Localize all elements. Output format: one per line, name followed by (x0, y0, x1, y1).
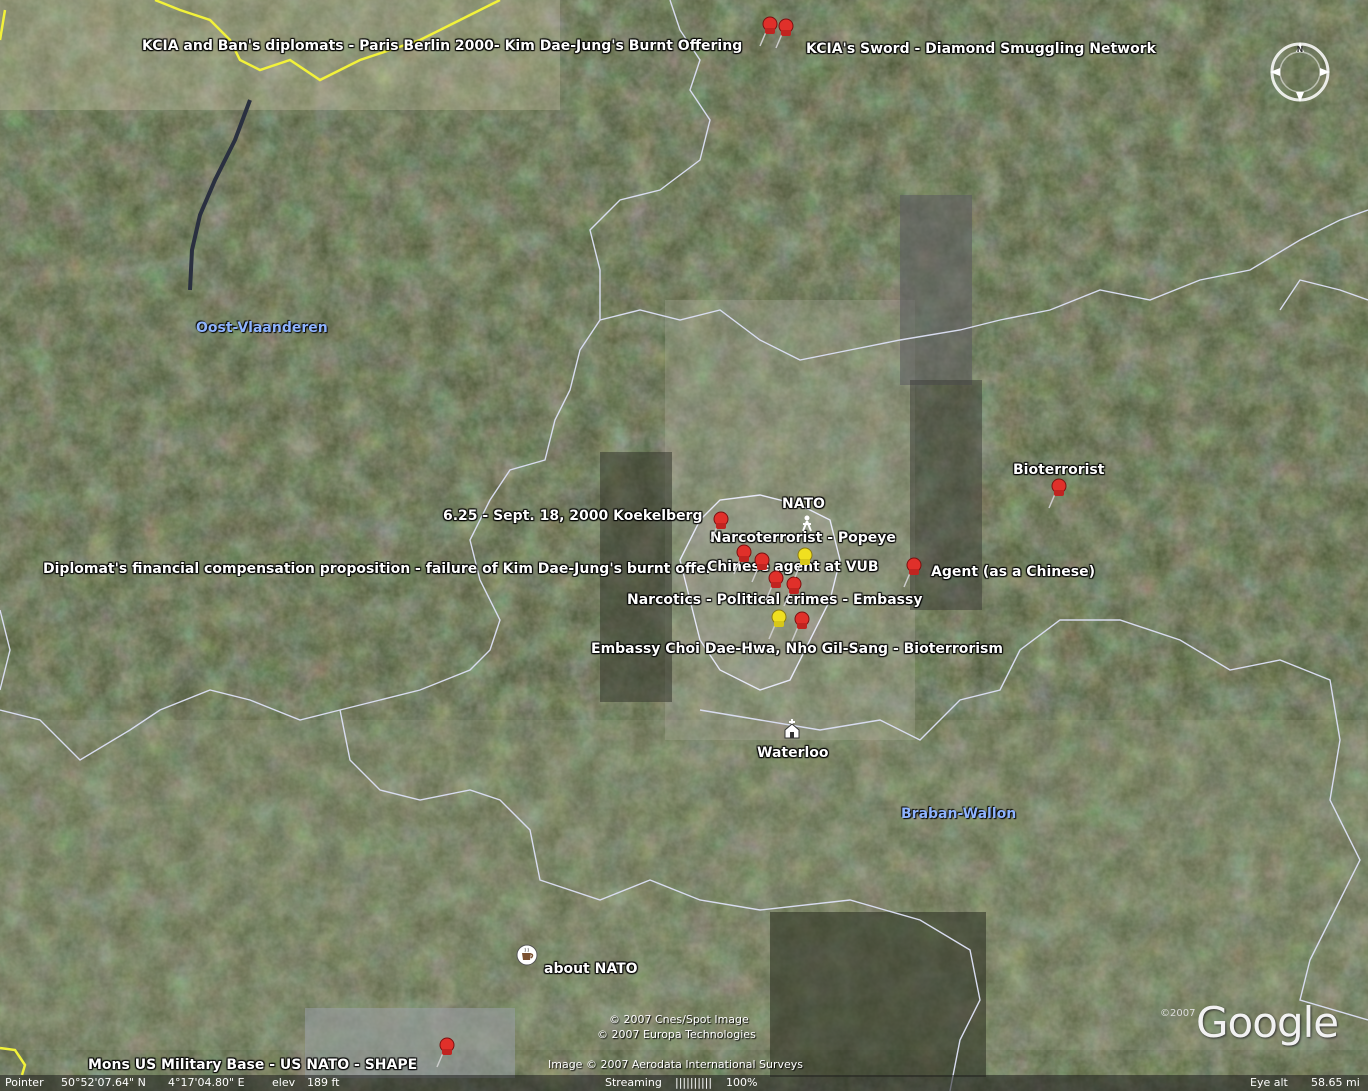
credit-aerodata: Image © 2007 Aerodata International Surv… (548, 1058, 804, 1071)
streaming-progress: |||||||||| (675, 1076, 713, 1089)
pointer-latitude: 50°52'07.64" N (61, 1076, 146, 1089)
cafe-cup-icon[interactable] (516, 944, 538, 966)
eye-alt-value: 58.65 mi (1311, 1076, 1360, 1089)
compass-navigation-control[interactable]: N (1268, 40, 1332, 104)
placemark-label-agent-chinese[interactable]: Agent (as a Chinese) (931, 564, 1095, 580)
pushpin-red-icon[interactable] (900, 553, 930, 589)
pushpin-red-icon[interactable] (433, 1033, 463, 1069)
placemark-label-mons[interactable]: Mons US Military Base - US NATO - SHAPE (88, 1057, 417, 1073)
elevation-value: 189 ft (307, 1076, 340, 1089)
credit-cnes: © 2007 Cnes/Spot Image (609, 1013, 749, 1026)
compass-north-label: N (1297, 45, 1304, 54)
eye-alt-label: Eye alt (1250, 1076, 1288, 1089)
region-label-brabant-wallon: Braban-Wallon (901, 806, 1017, 822)
placemark-label-koekelberg[interactable]: 6.25 - Sept. 18, 2000 Koekelberg (443, 508, 703, 524)
placemark-label-kcia-ban[interactable]: KCIA and Ban's diplomats - Paris Berlin … (142, 38, 742, 54)
pushpin-red-icon[interactable] (707, 507, 737, 543)
placemark-label-diplomat-compensation[interactable]: Diplomat's financial compensation propos… (43, 561, 709, 577)
region-label-oost-vlaanderen: Oost-Vlaanderen (196, 320, 328, 336)
elevation-label: elev (272, 1076, 296, 1089)
placemark-label-nato[interactable]: NATO (782, 496, 825, 512)
pushpin-yellow-icon[interactable] (765, 605, 795, 641)
pedestrian-icon[interactable] (798, 514, 816, 532)
logo-copyright: ©2007 (1160, 1008, 1196, 1019)
pushpin-yellow-icon[interactable] (791, 543, 821, 579)
streaming-percent: 100% (726, 1076, 758, 1089)
satellite-map-view[interactable]: Oost-Vlaanderen Braban-Wallon KCIA and B… (0, 0, 1368, 1091)
streaming-label: Streaming (605, 1076, 662, 1089)
pointer-longitude: 4°17'04.80" E (168, 1076, 245, 1089)
placemark-label-waterloo[interactable]: Waterloo (757, 745, 829, 761)
placemark-label-about-nato[interactable]: about NATO (544, 961, 638, 977)
status-bar: Pointer 50°52'07.64" N 4°17'04.80" E ele… (0, 1075, 1368, 1091)
credit-europa: © 2007 Europa Technologies (597, 1028, 756, 1041)
placemark-label-kcia-sword[interactable]: KCIA's Sword - Diamond Smuggling Network (806, 41, 1156, 57)
pushpin-red-icon[interactable] (772, 14, 802, 50)
pointer-label: Pointer (5, 1076, 44, 1089)
pushpin-red-icon[interactable] (1045, 474, 1075, 510)
google-logo: Google (1196, 998, 1339, 1047)
placemark-label-embassy-choi[interactable]: Embassy Choi Dae-Hwa, Nho Gil-Sang - Bio… (591, 641, 1003, 657)
satellite-imagery (0, 0, 1368, 1091)
monument-icon[interactable] (782, 718, 802, 740)
